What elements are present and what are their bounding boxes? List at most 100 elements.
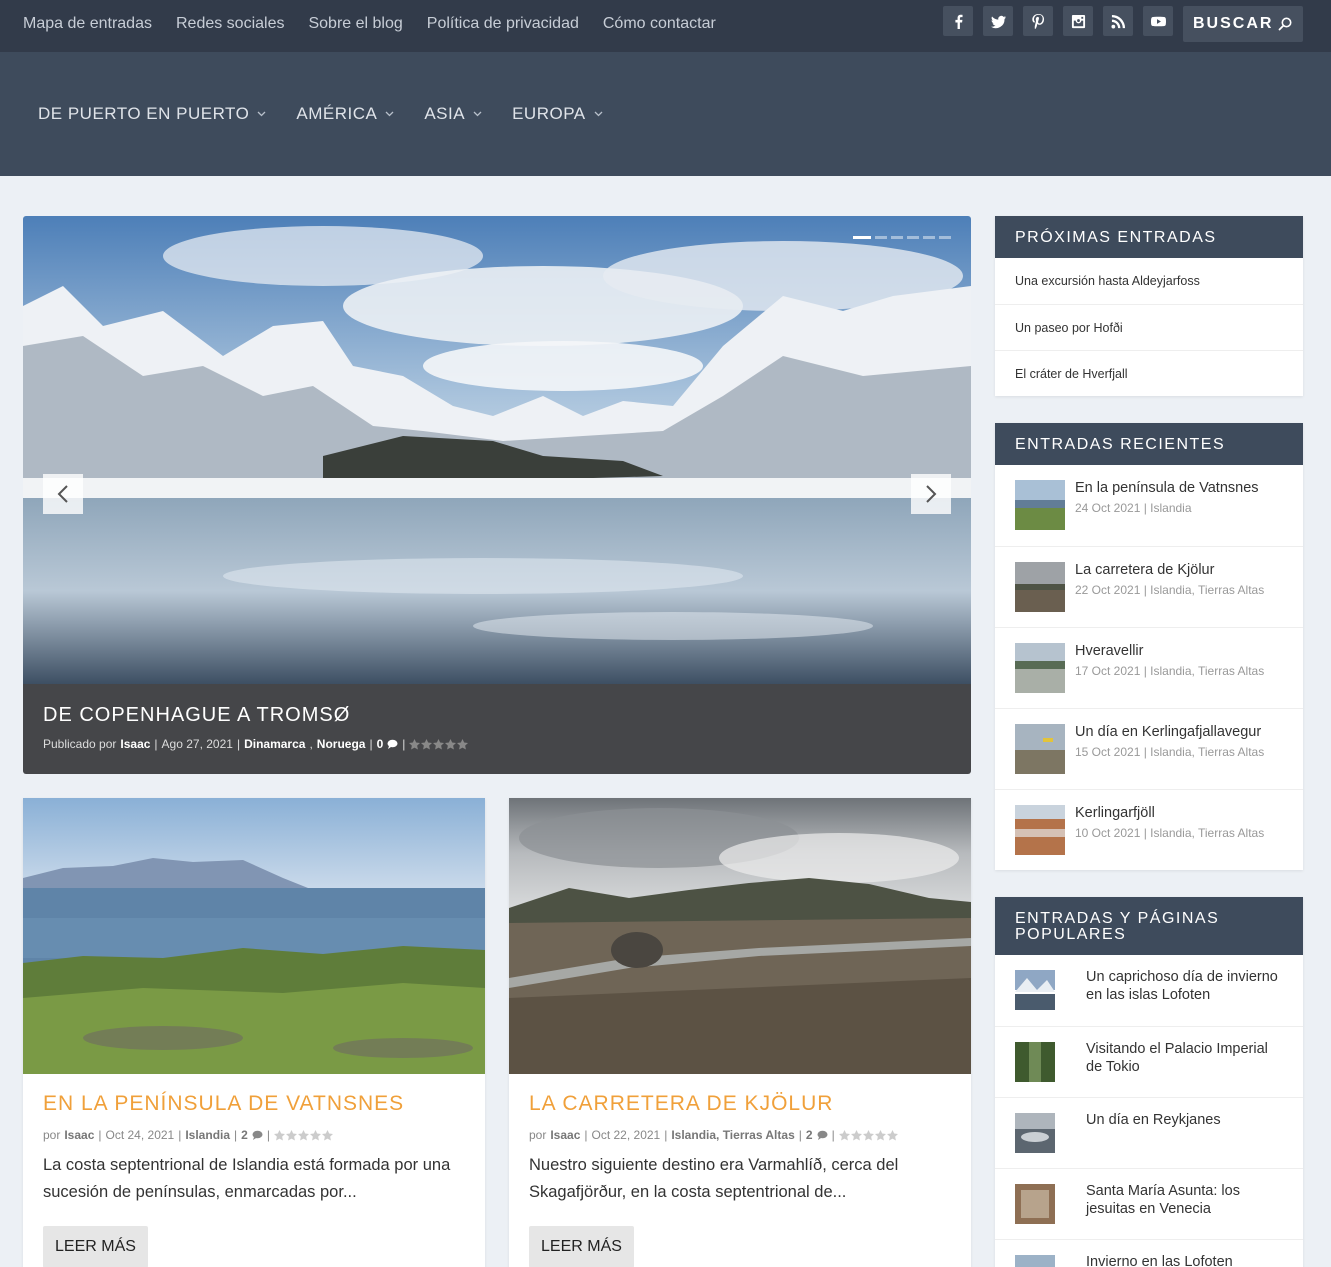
meta-by: por xyxy=(529,1128,547,1142)
author-link[interactable]: Isaac xyxy=(550,1128,580,1142)
rss-icon[interactable] xyxy=(1103,6,1133,36)
top-link-privacidad[interactable]: Política de privacidad xyxy=(427,15,579,33)
post-image-coast[interactable] xyxy=(23,798,485,1074)
nav-item-america[interactable]: AMÉRICA xyxy=(296,104,394,124)
top-link-redes[interactable]: Redes sociales xyxy=(176,15,285,33)
recent-post-meta: 22 Oct 2021 | Islandia, Tierras Altas xyxy=(1075,583,1265,597)
top-bar: Mapa de entradas Redes sociales Sobre el… xyxy=(0,0,1331,52)
popular-post-item[interactable]: Un caprichoso día de invierno en las isl… xyxy=(995,955,1303,1026)
star-icon xyxy=(445,738,457,749)
recent-post-item[interactable]: Un día en Kerlingafjallavegur 15 Oct 202… xyxy=(995,708,1303,789)
recent-post-title: Hveravellir xyxy=(1075,643,1144,659)
category-link[interactable]: Noruega xyxy=(317,737,366,751)
nav-label: DE PUERTO EN PUERTO xyxy=(38,104,250,123)
nav-item-asia[interactable]: ASIA xyxy=(424,104,482,124)
slider-dot[interactable] xyxy=(891,236,903,239)
recent-post-meta: 24 Oct 2021 | Islandia xyxy=(1075,501,1192,515)
post-image-road[interactable] xyxy=(509,798,971,1074)
star-icon xyxy=(297,1129,309,1140)
recent-post-title: La carretera de Kjölur xyxy=(1075,562,1215,578)
widget-title: ENTRADAS Y PÁGINAS POPULARES xyxy=(995,897,1303,955)
slider-next-button[interactable] xyxy=(911,474,951,514)
top-link-contactar[interactable]: Cómo contactar xyxy=(603,15,716,33)
recent-post-item[interactable]: La carretera de Kjölur 22 Oct 2021 | Isl… xyxy=(995,546,1303,627)
category-link[interactable]: Dinamarca xyxy=(244,737,305,751)
pinterest-icon[interactable] xyxy=(1023,6,1053,36)
facebook-icon[interactable] xyxy=(943,6,973,36)
rating-stars xyxy=(838,1129,898,1141)
post-thumbnail xyxy=(1015,1184,1055,1224)
popular-post-title: Un día en Reykjanes xyxy=(1086,1112,1221,1128)
author-link[interactable]: Isaac xyxy=(120,737,150,751)
post-card: LA CARRETERA DE KJÖLUR por Isaac | Oct 2… xyxy=(509,798,971,1267)
popular-post-item[interactable]: Santa María Asunta: los jesuitas en Vene… xyxy=(995,1168,1303,1239)
upcoming-item[interactable]: Una excursión hasta Aldeyjarfoss xyxy=(995,258,1303,304)
star-icon xyxy=(838,1129,850,1140)
star-icon xyxy=(421,738,433,749)
post-thumbnail xyxy=(1015,805,1065,855)
slider-dot[interactable] xyxy=(923,236,935,239)
rating-stars xyxy=(273,1129,333,1141)
popular-post-item[interactable]: Un día en Reykjanes xyxy=(995,1097,1303,1168)
top-link-mapa[interactable]: Mapa de entradas xyxy=(23,15,152,33)
recent-post-title: Un día en Kerlingafjallavegur xyxy=(1075,724,1262,740)
search-box xyxy=(1183,6,1303,42)
widget-recent: ENTRADAS RECIENTES En la península de Va… xyxy=(995,423,1303,870)
slider-prev-button[interactable] xyxy=(43,474,83,514)
popular-post-item[interactable]: Invierno en las Lofoten xyxy=(995,1239,1303,1267)
upcoming-item[interactable]: El cráter de Hverfjall xyxy=(995,350,1303,396)
chevron-right-icon xyxy=(926,485,937,503)
widget-popular: ENTRADAS Y PÁGINAS POPULARES Un capricho… xyxy=(995,897,1303,1267)
author-link[interactable]: Isaac xyxy=(64,1128,94,1142)
comment-icon xyxy=(817,1130,828,1140)
comment-count[interactable]: 2 xyxy=(806,1128,813,1142)
recent-post-item[interactable]: Hveravellir 17 Oct 2021 | Islandia, Tier… xyxy=(995,627,1303,708)
read-more-button[interactable]: LEER MÁS xyxy=(43,1226,148,1267)
recent-post-meta: 10 Oct 2021 | Islandia, Tierras Altas xyxy=(1075,826,1265,840)
upcoming-item[interactable]: Un paseo por Hofði xyxy=(995,304,1303,350)
nav-label: ASIA xyxy=(424,104,466,123)
comment-count[interactable]: 0 xyxy=(377,737,384,751)
youtube-icon[interactable] xyxy=(1143,6,1173,36)
post-thumbnail xyxy=(1015,1255,1055,1267)
popular-post-item[interactable]: Visitando el Palacio Imperial de Tokio xyxy=(995,1026,1303,1097)
top-link-sobre[interactable]: Sobre el blog xyxy=(308,15,402,33)
slide-title[interactable]: DE COPENHAGUE A TROMSØ xyxy=(43,704,951,727)
slider-dot[interactable] xyxy=(907,236,919,239)
post-date: Oct 24, 2021 xyxy=(105,1128,175,1142)
recent-post-title: Kerlingarfjöll xyxy=(1075,805,1155,821)
slider-dot[interactable] xyxy=(875,236,887,239)
category-link[interactable]: Islandia, Tierras Altas xyxy=(671,1128,794,1142)
nav-item-puerto[interactable]: DE PUERTO EN PUERTO xyxy=(38,104,266,124)
chevron-down-icon xyxy=(594,111,603,117)
rating-stars xyxy=(409,738,469,750)
star-icon xyxy=(433,738,445,749)
post-thumbnail xyxy=(1015,643,1065,693)
comment-count[interactable]: 2 xyxy=(241,1128,248,1142)
recent-post-item[interactable]: En la península de Vatnsnes 24 Oct 2021 … xyxy=(995,465,1303,546)
nav-item-europa[interactable]: EUROPA xyxy=(512,104,603,124)
recent-post-item[interactable]: Kerlingarfjöll 10 Oct 2021 | Islandia, T… xyxy=(995,789,1303,870)
search-input[interactable] xyxy=(1193,15,1277,33)
post-card: EN LA PENÍNSULA DE VATNSNES por Isaac | … xyxy=(23,798,485,1267)
read-more-button[interactable]: LEER MÁS xyxy=(529,1226,634,1267)
star-icon xyxy=(850,1129,862,1140)
post-title[interactable]: EN LA PENÍNSULA DE VATNSNES xyxy=(43,1092,465,1116)
search-icon[interactable] xyxy=(1277,16,1293,32)
twitter-icon[interactable] xyxy=(983,6,1013,36)
slider-dot[interactable] xyxy=(939,236,951,239)
slider-dot[interactable] xyxy=(853,236,871,239)
featured-slider[interactable]: DE COPENHAGUE A TROMSØ Publicado por Isa… xyxy=(23,216,971,774)
chevron-down-icon xyxy=(257,111,266,117)
recent-post-meta: 15 Oct 2021 | Islandia, Tierras Altas xyxy=(1075,745,1265,759)
star-icon xyxy=(309,1129,321,1140)
post-meta: por Isaac | Oct 22, 2021 | Islandia, Tie… xyxy=(529,1128,951,1142)
chevron-down-icon xyxy=(385,111,394,117)
category-link[interactable]: Islandia xyxy=(185,1128,230,1142)
slide-meta: Publicado por Isaac | Ago 27, 2021 | Din… xyxy=(43,737,951,751)
social-links xyxy=(943,6,1173,36)
popular-post-title: Un caprichoso día de invierno en las isl… xyxy=(1086,969,1278,1003)
post-title[interactable]: LA CARRETERA DE KJÖLUR xyxy=(529,1092,951,1116)
main-navigation: DE PUERTO EN PUERTO AMÉRICA ASIA EUROPA xyxy=(0,52,1331,176)
instagram-icon[interactable] xyxy=(1063,6,1093,36)
